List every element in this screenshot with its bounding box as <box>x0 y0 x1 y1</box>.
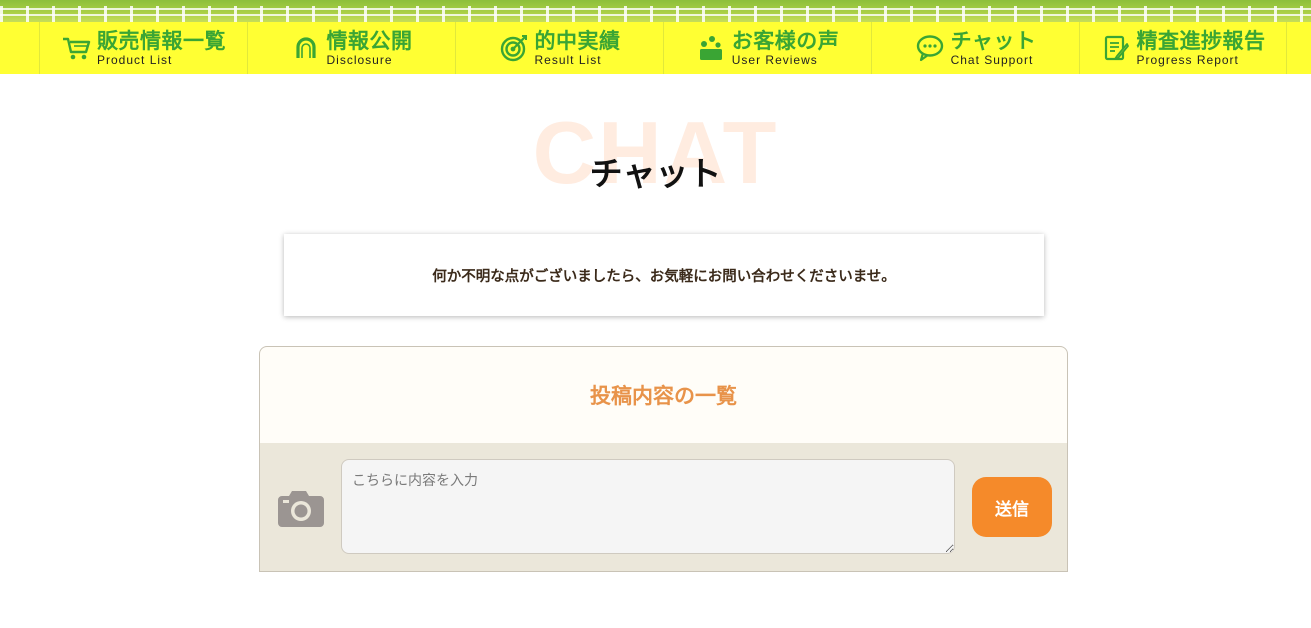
page-heading: CHAT チャット <box>0 108 1311 208</box>
nav-label: お客様の声 <box>731 28 840 53</box>
notice-text: 何か不明な点がございましたら、お気軽にお問い合わせくださいませ。 <box>432 268 896 285</box>
nav-sublabel: Product List <box>97 52 173 67</box>
nav-label: チャット <box>950 28 1037 53</box>
main-nav: 販売情報一覧 Product List 情報公開 Disclosure 的中実績… <box>0 22 1311 74</box>
horseshoe-icon <box>291 33 321 63</box>
chat-input-area: 送信 <box>260 443 1067 571</box>
nav-sublabel: User Reviews <box>731 52 818 67</box>
nav-sublabel: Result List <box>534 52 602 67</box>
nav-label: 販売情報一覧 <box>97 28 226 53</box>
people-icon <box>696 33 726 63</box>
nav-sublabel: Chat Support <box>950 52 1034 67</box>
target-icon <box>499 33 529 63</box>
report-icon <box>1101 33 1131 63</box>
nav-item-product-list[interactable]: 販売情報一覧 Product List <box>39 22 247 74</box>
speech-bubble-icon <box>915 33 945 63</box>
nav-sublabel: Disclosure <box>326 52 393 67</box>
nav-item-progress-report[interactable]: 精査進捗報告 Progress Report <box>1079 22 1287 74</box>
chat-panel: 投稿内容の一覧 送信 <box>259 346 1068 572</box>
page-title: チャット <box>589 154 722 193</box>
nav-label: 情報公開 <box>326 28 413 53</box>
nav-item-result-list[interactable]: 的中実績 Result List <box>455 22 663 74</box>
notice-box: 何か不明な点がございましたら、お気軽にお問い合わせくださいませ。 <box>284 234 1044 316</box>
message-input[interactable] <box>341 459 955 554</box>
send-button[interactable]: 送信 <box>972 477 1052 537</box>
fence <box>0 6 1311 22</box>
nav-label: 的中実績 <box>534 28 621 53</box>
nav-item-user-reviews[interactable]: お客様の声 User Reviews <box>663 22 871 74</box>
nav-sublabel: Progress Report <box>1136 52 1239 67</box>
nav-item-chat-support[interactable]: チャット Chat Support <box>871 22 1079 74</box>
camera-icon[interactable] <box>276 487 326 527</box>
chat-post-list-title: 投稿内容の一覧 <box>590 384 737 408</box>
header-banner <box>0 0 1311 22</box>
nav-label: 精査進捗報告 <box>1136 28 1266 53</box>
cart-icon <box>61 33 91 63</box>
nav-item-disclosure[interactable]: 情報公開 Disclosure <box>247 22 455 74</box>
